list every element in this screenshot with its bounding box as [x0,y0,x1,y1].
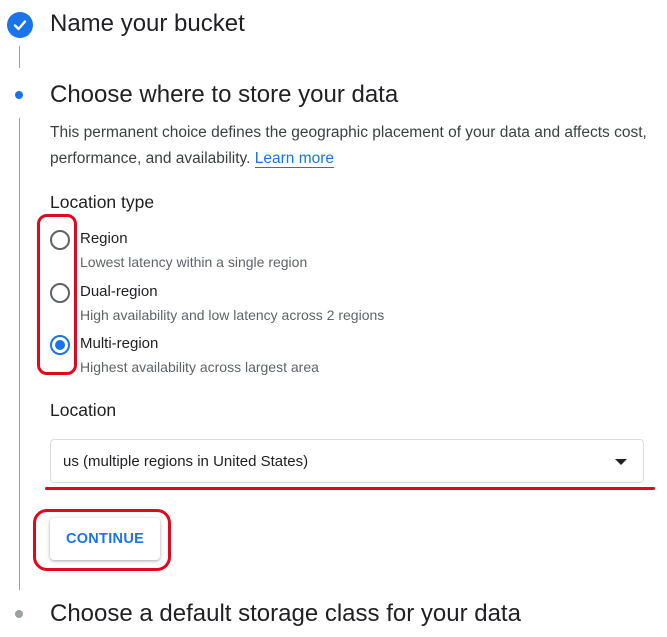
annotation-underline-location [45,487,655,490]
dropdown-arrow-icon[interactable] [615,459,627,465]
radio-label-region[interactable]: Region [80,230,128,247]
radio-label-multi-region[interactable]: Multi-region [80,335,158,352]
location-select[interactable]: us (multiple regions in United States) [50,439,644,483]
radio-dual-region[interactable] [50,283,70,303]
learn-more-link[interactable]: Learn more [254,150,335,168]
location-type-heading: Location type [50,192,155,212]
stepper-connector [19,46,20,68]
inactive-step-dot-icon [15,610,23,618]
radio-description-region: Lowest latency within a single region [80,254,308,270]
description-text: This permanent choice defines the geogra… [50,124,647,167]
stepper-connector [19,118,20,590]
step-title-name-bucket[interactable]: Name your bucket [50,10,245,38]
location-type-option-dual-region[interactable]: Dual-region High availability and low la… [48,281,608,327]
step-title-choose-location: Choose where to store your data [50,81,399,108]
radio-description-multi-region: Highest availability across largest area [80,359,319,375]
active-step-dot-icon [15,91,23,99]
location-type-option-multi-region[interactable]: Multi-region Highest availability across… [48,333,608,379]
check-icon [7,12,33,38]
radio-multi-region[interactable] [50,335,70,355]
step-description: This permanent choice defines the geogra… [50,120,650,172]
location-select-value[interactable]: us (multiple regions in United States) [63,453,308,470]
continue-button[interactable]: CONTINUE [50,518,160,560]
radio-region[interactable] [50,230,70,250]
location-heading: Location [50,400,117,420]
location-type-option-region[interactable]: Region Lowest latency within a single re… [48,228,608,274]
step-title-storage-class[interactable]: Choose a default storage class for your … [50,600,521,628]
radio-description-dual-region: High availability and low latency across… [80,307,385,323]
radio-label-dual-region[interactable]: Dual-region [80,283,158,300]
create-bucket-stepper: Name your bucket Choose where to store y… [0,0,667,637]
